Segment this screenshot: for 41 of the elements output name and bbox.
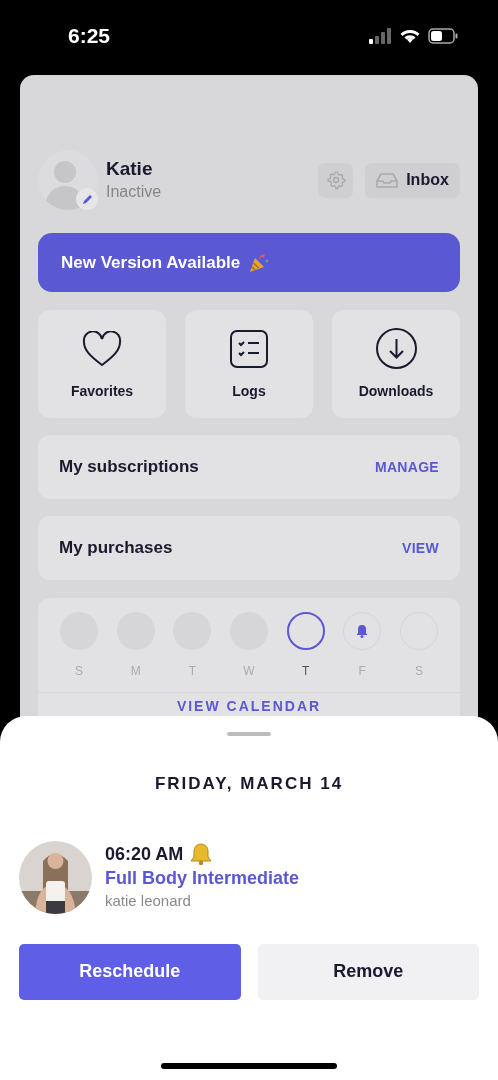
row-action-link[interactable]: MANAGE	[374, 456, 439, 478]
remove-button[interactable]: Remove	[257, 943, 479, 1000]
shortcut-tile[interactable]: Logs	[185, 310, 313, 418]
party-popper-icon	[248, 251, 271, 274]
wifi-icon	[399, 27, 421, 44]
row-title: My purchases	[59, 537, 173, 560]
settings-button[interactable]	[318, 162, 353, 198]
banner-text: New Version Available	[61, 251, 241, 274]
pencil-icon	[81, 193, 93, 205]
profile-status: Inactive	[106, 182, 163, 202]
download-icon	[375, 328, 417, 369]
settings-icon	[325, 170, 346, 190]
profile-name: Katie	[106, 157, 154, 181]
tile-label: Logs	[232, 382, 266, 401]
workout-title-link[interactable]: Full Body Intermediate	[105, 866, 300, 890]
sheet-title: FRIDAY, MARCH 14	[154, 773, 344, 795]
view-calendar-link[interactable]: VIEW CALENDAR	[176, 698, 322, 714]
day-letter: T	[301, 663, 310, 680]
new-version-banner[interactable]: New Version Available	[38, 233, 460, 292]
menu-row[interactable]: My purchases VIEW	[38, 516, 460, 580]
drag-handle[interactable]	[227, 732, 271, 736]
heart-icon	[82, 330, 122, 367]
signal-icon	[368, 27, 392, 44]
trainer-name: katie leonard	[105, 891, 192, 911]
event-time: 06:20 AM	[105, 843, 184, 866]
checklist-icon	[230, 329, 268, 368]
row-action-link[interactable]: VIEW	[402, 537, 439, 559]
edit-avatar-button[interactable]	[76, 188, 98, 210]
status-time: 6:25	[68, 22, 111, 49]
menu-row[interactable]: My subscriptions MANAGE	[38, 435, 460, 499]
tray-icon	[376, 172, 399, 188]
reschedule-button[interactable]: Reschedule	[19, 943, 241, 1000]
row-title: My subscriptions	[59, 456, 199, 479]
home-indicator[interactable]	[161, 1063, 337, 1069]
bell-icon	[355, 624, 370, 638]
shortcut-tile[interactable]: Downloads	[332, 310, 460, 418]
battery-icon	[428, 27, 458, 44]
inbox-button[interactable]: Inbox	[365, 162, 460, 198]
shortcut-tile[interactable]: Favorites	[38, 310, 166, 418]
tile-label: Downloads	[358, 382, 434, 401]
tile-label: Favorites	[70, 382, 134, 401]
